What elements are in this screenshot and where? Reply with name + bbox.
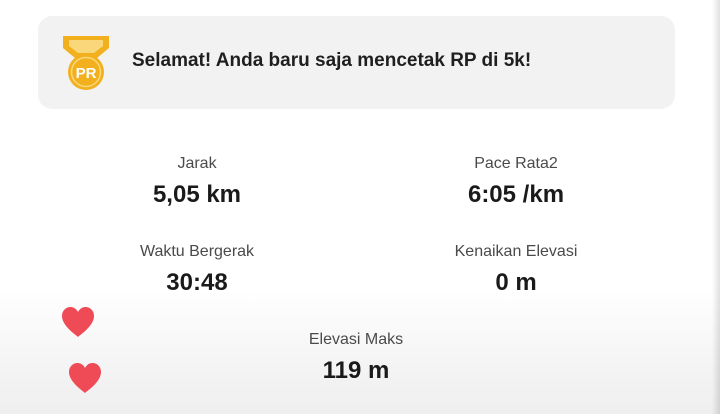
heart-icon — [62, 307, 94, 337]
stat-elevation-gain: Kenaikan Elevasi 0 m — [396, 242, 636, 298]
activity-summary-screen: PR Selamat! Anda baru saja mencetak RP d… — [0, 0, 720, 414]
stat-value: 5,05 km — [152, 181, 242, 208]
heart-icon — [69, 363, 101, 393]
stat-max-elevation: Elevasi Maks 119 m — [236, 330, 476, 386]
stat-avg-pace: Pace Rata2 6:05 /km — [396, 154, 636, 210]
stat-distance: Jarak 5,05 km — [77, 154, 317, 210]
stat-label: Kenaikan Elevasi — [454, 243, 578, 260]
stat-value: 30:48 — [166, 269, 228, 296]
pr-banner[interactable]: PR Selamat! Anda baru saja mencetak RP d… — [38, 16, 675, 109]
stat-value: 119 m — [322, 357, 390, 384]
stat-label: Jarak — [177, 155, 217, 172]
stat-value: 0 m — [495, 269, 537, 296]
stat-label: Elevasi Maks — [308, 331, 404, 348]
stat-value: 6:05 /km — [467, 181, 565, 208]
pr-medal-icon: PR — [63, 36, 109, 90]
pr-badge-text: PR — [76, 65, 97, 82]
stat-moving-time: Waktu Bergerak 30:48 — [77, 242, 317, 298]
stat-label: Waktu Bergerak — [139, 243, 255, 260]
pr-message: Selamat! Anda baru saja mencetak RP di 5… — [132, 50, 532, 71]
stat-label: Pace Rata2 — [474, 155, 558, 172]
screen-edge-shadow — [712, 0, 720, 414]
